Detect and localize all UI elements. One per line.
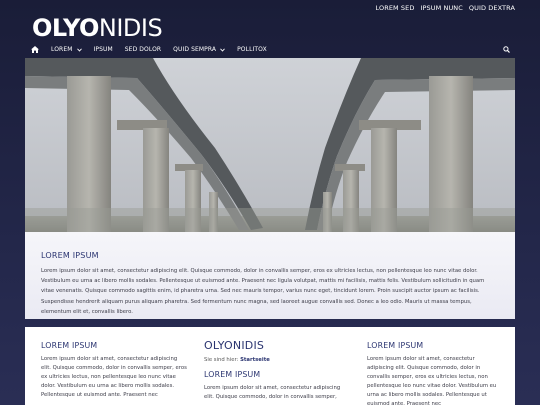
nav-item-ipsum[interactable]: IPSUM xyxy=(88,41,119,58)
nav-item-sed-dolor[interactable]: SED DOLOR xyxy=(119,41,167,58)
home-icon xyxy=(31,46,39,53)
column-center-heading: OLYONIDIS xyxy=(204,339,265,352)
column-right: LOREM IPSUM Lorem ipsum dolor sit amet, … xyxy=(367,341,499,405)
column-left: LOREM IPSUM Lorem ipsum dolor sit amet, … xyxy=(41,341,204,405)
column-left-title: LOREM IPSUM xyxy=(41,341,98,350)
nav-item-quid-sempra[interactable]: QUID SEMPRA xyxy=(167,41,231,58)
nav-item-label: SED DOLOR xyxy=(124,46,162,53)
top-link-lorem-sed[interactable]: LOREM SED xyxy=(376,4,415,12)
column-center-text: Lorem ipsum dolor sit amet, consectetur … xyxy=(204,385,341,400)
search-icon xyxy=(502,46,510,53)
main-nav: LOREM IPSUM SED DOLOR QUID SEMPRA POLLIT… xyxy=(25,41,515,58)
nav-item-label: LOREM xyxy=(51,46,73,53)
logo-light: NIDIS xyxy=(98,14,163,42)
nav-search-button[interactable] xyxy=(497,41,515,58)
nav-item-label: IPSUM xyxy=(93,46,113,53)
site-logo[interactable]: OLYONIDIS xyxy=(32,14,163,42)
intro-text: Lorem ipsum dolor sit amet, consectetur … xyxy=(41,268,485,315)
chevron-down-icon xyxy=(76,47,82,52)
nav-item-pollitox[interactable]: POLLITOX xyxy=(231,41,273,58)
top-links: LOREM SED IPSUM NUNC QUID DEXTRA xyxy=(376,4,515,12)
hero-bridge-photo xyxy=(25,58,515,232)
breadcrumb-prefix: Sie sind hier: xyxy=(204,357,239,363)
nav-item-label: QUID SEMPRA xyxy=(173,46,217,53)
logo-bold: OLYO xyxy=(32,14,99,42)
column-right-title: LOREM IPSUM xyxy=(367,341,424,350)
nav-item-lorem[interactable]: LOREM xyxy=(45,41,88,58)
nav-home[interactable] xyxy=(25,41,45,58)
breadcrumb: Sie sind hier: Startseite xyxy=(204,356,351,365)
content-columns: LOREM IPSUM Lorem ipsum dolor sit amet, … xyxy=(25,327,515,405)
intro-title: LOREM IPSUM xyxy=(41,251,99,260)
nav-item-label: POLLITOX xyxy=(237,46,267,53)
chevron-down-icon xyxy=(220,47,225,52)
column-left-text: Lorem ipsum dolor sit amet, consectetur … xyxy=(41,356,187,398)
hero-image xyxy=(25,58,515,232)
breadcrumb-link[interactable]: Startseite xyxy=(240,357,270,363)
intro-section: LOREM IPSUM Lorem ipsum dolor sit amet, … xyxy=(25,232,515,319)
column-center-title: LOREM IPSUM xyxy=(204,370,261,379)
top-link-ipsum-nunc[interactable]: IPSUM NUNC xyxy=(420,4,462,12)
column-center: OLYONIDIS Sie sind hier: Startseite LORE… xyxy=(204,339,367,405)
column-right-text: Lorem ipsum dolor sit amet, consectetur … xyxy=(367,356,497,405)
top-link-quid-dextra[interactable]: QUID DEXTRA xyxy=(469,4,515,12)
